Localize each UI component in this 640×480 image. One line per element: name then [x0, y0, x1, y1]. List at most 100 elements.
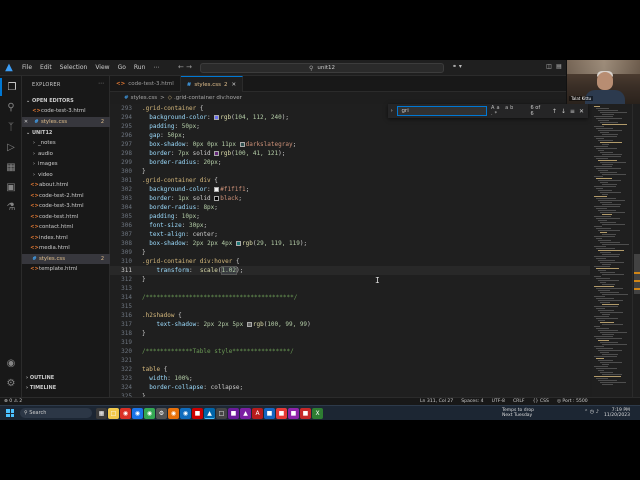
- weather-widget[interactable]: Temps to drop Next Tuesday: [502, 408, 534, 418]
- app-red-3-icon[interactable]: ■: [300, 408, 311, 419]
- edge-icon[interactable]: ◉: [180, 408, 191, 419]
- taskbar-search[interactable]: ⚲ Search: [20, 408, 92, 418]
- timeline-header[interactable]: › TIMELINE: [26, 385, 56, 391]
- testing-icon[interactable]: ⚗: [0, 198, 22, 216]
- list-item[interactable]: <> contact.html: [22, 222, 110, 233]
- status-live-server[interactable]: ◎ Port : 5500: [557, 399, 588, 404]
- more-actions-icon[interactable]: ⋯: [98, 80, 104, 87]
- open-editor-item[interactable]: <> code-test-3.html: [22, 106, 110, 117]
- menu-go[interactable]: Go: [114, 60, 130, 76]
- find-input[interactable]: gri: [397, 106, 488, 116]
- settings-icon[interactable]: ⚙: [156, 408, 167, 419]
- explorer-icon[interactable]: ❐: [0, 78, 22, 96]
- code-line[interactable]: 304 border-radius: 8px;: [110, 203, 590, 212]
- code-line[interactable]: 309}: [110, 248, 590, 257]
- menu-file[interactable]: File: [18, 60, 36, 76]
- run-debug-icon[interactable]: ▷: [0, 138, 22, 156]
- search-icon[interactable]: ⚲: [0, 98, 22, 116]
- list-item[interactable]: <> code-test-3.html: [22, 201, 110, 212]
- taskbar-clock[interactable]: 7:19 PM 11/20/2023: [604, 408, 630, 418]
- chrome-icon[interactable]: ◉: [120, 408, 131, 419]
- code-line[interactable]: 310 .grid-container div:hover {: [110, 257, 590, 266]
- find-options[interactable]: Aa ab .*: [491, 105, 524, 117]
- app-red-icon[interactable]: ■: [192, 408, 203, 419]
- breadcrumb-selector[interactable]: .grid-container div:hover: [174, 95, 242, 101]
- account-icon[interactable]: ◉: [0, 354, 22, 372]
- minimap[interactable]: [592, 104, 632, 397]
- code-line[interactable]: 302 background-color: #f1f1f1;: [110, 185, 590, 194]
- windows-start-icon[interactable]: [6, 409, 14, 417]
- command-center-search[interactable]: ⚲ unit12: [200, 63, 444, 73]
- code-line[interactable]: 322 table {: [110, 365, 590, 374]
- vscode-taskbar-icon[interactable]: ▲: [204, 408, 215, 419]
- list-item[interactable]: <> code-test-2.html: [22, 191, 110, 202]
- status-indentation[interactable]: Spaces: 4: [461, 399, 483, 404]
- code-line[interactable]: 315: [110, 302, 590, 311]
- code-line[interactable]: 305 padding: 10px;: [110, 212, 590, 221]
- code-line[interactable]: 297 box-shadow: 0px 0px 11px darkslategr…: [110, 140, 590, 149]
- close-icon[interactable]: ✕: [231, 82, 236, 88]
- nav-arrows[interactable]: ← →: [178, 63, 192, 71]
- app-violet-icon[interactable]: ■: [288, 408, 299, 419]
- code-line[interactable]: 312}: [110, 275, 590, 284]
- chrome-profile-icon[interactable]: ◉: [132, 408, 143, 419]
- app-purple-icon[interactable]: ■: [228, 408, 239, 419]
- tab-styles-css[interactable]: # styles.css 2 ✕: [180, 76, 244, 92]
- firefox-icon[interactable]: ◉: [168, 408, 179, 419]
- code-line[interactable]: 306 font-size: 30px;: [110, 221, 590, 230]
- app-blue-icon[interactable]: ■: [264, 408, 275, 419]
- code-line[interactable]: 320 /*************Table style************…: [110, 347, 590, 356]
- toggle-replace-icon[interactable]: ›: [388, 108, 395, 114]
- open-editors-header[interactable]: ⌄ OPEN EDITORS: [26, 98, 74, 104]
- editor-scrollbar[interactable]: [632, 104, 640, 397]
- list-item-selected[interactable]: # styles.css 2: [22, 253, 110, 264]
- code-line[interactable]: 316 .h2shadow {: [110, 311, 590, 320]
- menu-more[interactable]: ⋯: [149, 60, 163, 76]
- remote-explorer-icon[interactable]: ▣: [0, 178, 22, 196]
- tab-code-test-3[interactable]: <> code-test-3.html: [110, 76, 181, 92]
- app-red-2-icon[interactable]: ■: [276, 408, 287, 419]
- code-line[interactable]: 321: [110, 356, 590, 365]
- code-line[interactable]: 308 box-shadow: 2px 2px 4px rgb(29, 119,…: [110, 239, 590, 248]
- breadcrumb-file[interactable]: styles.css: [131, 95, 158, 101]
- code-line[interactable]: 323 width: 100%;: [110, 374, 590, 383]
- folder-header[interactable]: ⌄ UNIT12: [26, 130, 52, 136]
- code-line[interactable]: 318}: [110, 329, 590, 338]
- list-item[interactable]: › images: [22, 159, 110, 170]
- acrobat-icon[interactable]: A: [252, 408, 263, 419]
- code-line[interactable]: 314 /************************************…: [110, 293, 590, 302]
- status-eol[interactable]: CRLF: [513, 399, 525, 404]
- list-item[interactable]: <> template.html: [22, 264, 110, 275]
- outline-header[interactable]: › OUTLINE: [26, 375, 54, 381]
- copilot-icon[interactable]: ⚭ ▾: [452, 63, 462, 70]
- visual-studio-icon[interactable]: ▲: [240, 408, 251, 419]
- menu-view[interactable]: View: [91, 60, 113, 76]
- list-item[interactable]: <> about.html: [22, 180, 110, 191]
- menu-selection[interactable]: Selection: [56, 60, 92, 76]
- code-line[interactable]: 307 text-align: center;: [110, 230, 590, 239]
- system-tray-icons[interactable]: ⌃ ◷ ♪: [584, 409, 599, 415]
- toggle-panel-icon[interactable]: ▤: [554, 62, 564, 72]
- problems-indicator[interactable]: ⊗ 0 ⚠ 2: [4, 399, 22, 404]
- list-item[interactable]: <> media.html: [22, 243, 110, 254]
- task-view-icon[interactable]: ▦: [96, 408, 107, 419]
- open-editor-item-active[interactable]: ✕ # styles.css 2: [22, 116, 110, 127]
- chrome-profile-2-icon[interactable]: ◉: [144, 408, 155, 419]
- list-item[interactable]: <> index.html: [22, 233, 110, 244]
- extensions-icon[interactable]: ▦: [0, 158, 22, 176]
- excel-icon[interactable]: X: [312, 408, 323, 419]
- file-explorer-icon[interactable]: □: [108, 408, 119, 419]
- code-line[interactable]: 311 transform: scale(1.02);: [110, 266, 590, 275]
- menu-edit[interactable]: Edit: [36, 60, 56, 76]
- code-line[interactable]: 317 text-shadow: 2px 2px 5px rgb(100, 99…: [110, 320, 590, 329]
- menu-run[interactable]: Run: [130, 60, 150, 76]
- code-line[interactable]: 296 gap: 50px;: [110, 131, 590, 140]
- code-line[interactable]: 301 .grid-container div {: [110, 176, 590, 185]
- code-line[interactable]: 319: [110, 338, 590, 347]
- list-item[interactable]: <> code-test.html: [22, 212, 110, 223]
- close-icon[interactable]: ✕: [22, 119, 30, 125]
- code-editor[interactable]: 293 .grid-container {294 background-color…: [110, 104, 590, 397]
- code-line[interactable]: 295 padding: 50px;: [110, 122, 590, 131]
- app-gray-icon[interactable]: □: [216, 408, 227, 419]
- code-line[interactable]: 300}: [110, 167, 590, 176]
